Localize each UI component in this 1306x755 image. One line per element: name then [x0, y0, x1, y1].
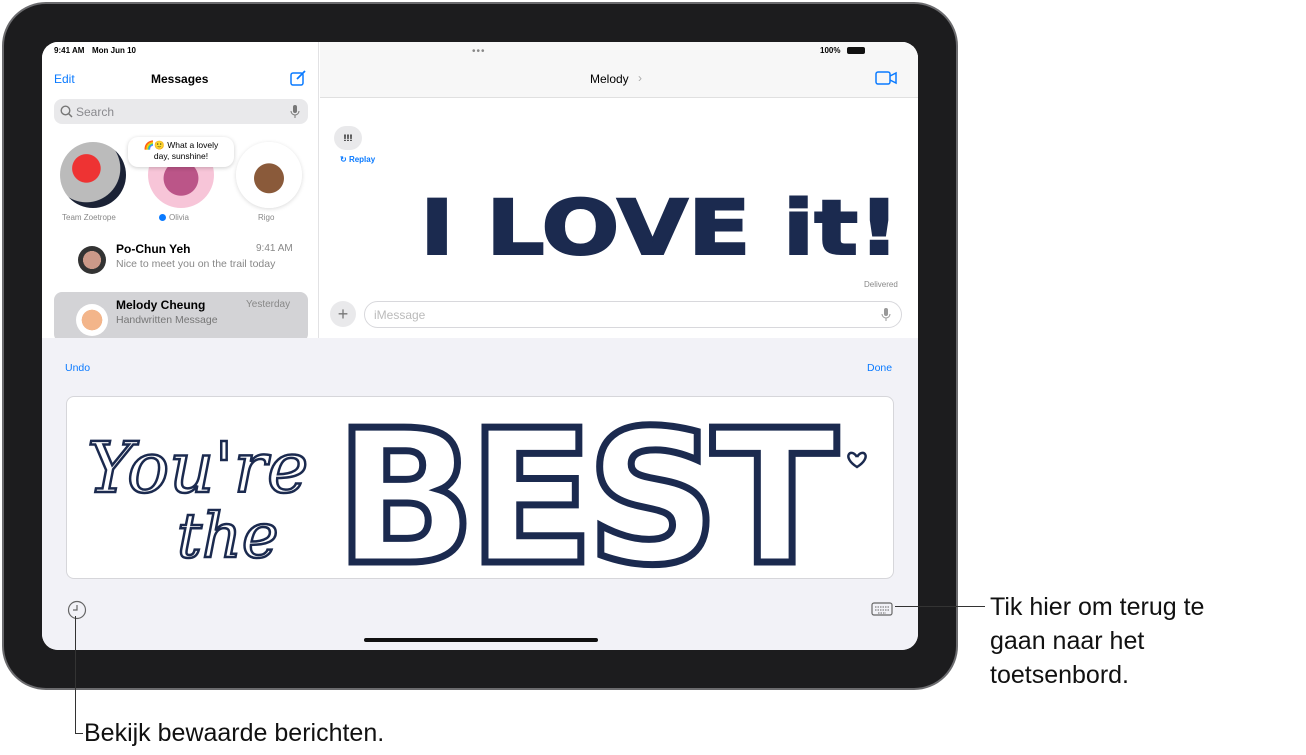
- timestamp: Yesterday: [246, 299, 291, 310]
- handwriting-best: BEST: [335, 397, 838, 580]
- multitasking-dots[interactable]: •••: [472, 46, 486, 57]
- conversation-pane: ••• 100% Melody › !!! ↻ Replay I LOVE it…: [320, 42, 918, 338]
- avatar: [76, 304, 108, 336]
- done-button[interactable]: Done: [867, 362, 892, 374]
- message-input[interactable]: iMessage: [364, 301, 902, 328]
- keyboard-icon[interactable]: [871, 602, 893, 616]
- search-input[interactable]: Search: [54, 99, 308, 124]
- heart-doodle: [847, 451, 867, 469]
- page-title: Messages: [151, 72, 209, 86]
- handwritten-message: I LOVE it!: [420, 182, 901, 272]
- conversation-row[interactable]: Po-Chun Yeh 9:41 AM Nice to meet you on …: [42, 234, 319, 284]
- sidebar: 9:41 AM Mon Jun 10 Edit Messages Search …: [42, 42, 319, 342]
- battery-icon: [847, 47, 865, 54]
- handwriting-youre: You're: [87, 427, 308, 509]
- delivered-status: Delivered: [864, 280, 898, 289]
- callout-line-saved-end: [75, 733, 83, 734]
- contact-name: Melody Cheung: [116, 298, 206, 312]
- handwriting-the: the: [177, 499, 279, 572]
- status-time: 9:41 AM: [54, 46, 85, 55]
- ipad-screen: 9:41 AM Mon Jun 10 Edit Messages Search …: [42, 42, 918, 650]
- video-call-icon[interactable]: [875, 71, 897, 85]
- clock-icon[interactable]: [67, 600, 87, 620]
- battery-level: 100%: [820, 46, 841, 55]
- plus-button[interactable]: +: [330, 301, 356, 327]
- handwriting-drawing: You're the BEST: [86, 387, 867, 610]
- home-indicator: [364, 638, 598, 642]
- contact-title[interactable]: Melody: [590, 72, 629, 86]
- callout-saved: Bekijk bewaarde berichten.: [84, 719, 385, 747]
- pinned-name: Olivia: [169, 213, 190, 222]
- message-placeholder: iMessage: [374, 308, 426, 322]
- edit-button[interactable]: Edit: [54, 72, 75, 86]
- message-preview: Nice to meet you on the trail today: [116, 258, 276, 270]
- avatar-team-zoetrope[interactable]: [60, 142, 126, 208]
- contact-name: Po-Chun Yeh: [116, 242, 191, 256]
- callout-keyboard: Tik hier om terug te gaan naar het toets…: [990, 593, 1205, 689]
- undo-button[interactable]: Undo: [65, 362, 90, 374]
- search-placeholder: Search: [76, 105, 115, 119]
- pinned-name: Rigo: [258, 213, 275, 222]
- callout-line-saved: [75, 616, 76, 734]
- handwriting-text: I LOVE it!: [420, 183, 900, 272]
- message-bubble: !!!: [334, 126, 362, 150]
- status-bubble: 🌈🙂 What a lovely day, sunshine!: [128, 137, 234, 167]
- chevron-right-icon: ›: [638, 71, 642, 85]
- chat-header: ••• 100% Melody ›: [320, 42, 918, 98]
- message-preview: Handwritten Message: [116, 314, 218, 326]
- handwriting-panel: Undo Done You're the BEST: [42, 338, 918, 650]
- unread-dot: [159, 214, 166, 221]
- handwriting-canvas[interactable]: You're the BEST: [66, 387, 894, 610]
- pinned-name: Team Zoetrope: [62, 213, 116, 222]
- replay-label: Replay: [348, 155, 376, 164]
- callout-line-keyboard: [895, 606, 985, 607]
- timestamp: 9:41 AM: [256, 243, 293, 254]
- compose-icon[interactable]: [290, 70, 306, 86]
- avatar-rigo[interactable]: [236, 142, 302, 208]
- replay-button[interactable]: ↻ Replay: [340, 155, 375, 164]
- status-date: Mon Jun 10: [92, 46, 137, 55]
- avatar: [78, 246, 106, 274]
- microphone-icon[interactable]: [881, 307, 891, 322]
- search-icon: [60, 105, 73, 118]
- microphone-icon[interactable]: [290, 104, 300, 119]
- conversation-row-selected[interactable]: Melody Cheung Yesterday Handwritten Mess…: [54, 292, 308, 342]
